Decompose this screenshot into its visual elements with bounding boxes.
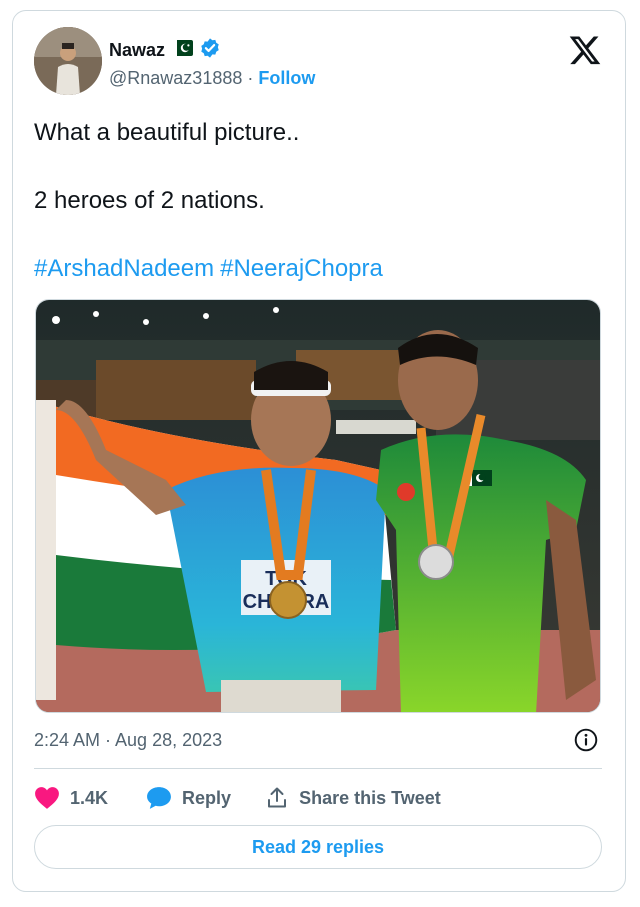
tweet-card: Nawaz @Rnawaz31888 · Follow What a beaut…	[12, 10, 626, 892]
follow-link[interactable]: Follow	[258, 68, 315, 88]
hashtag-row: #ArshadNadeem #NeerajChopra	[34, 255, 389, 283]
info-icon[interactable]	[573, 727, 599, 753]
action-bar: 1.4K Reply Share this Tweet	[34, 783, 441, 813]
like-button[interactable]: 1.4K	[34, 786, 108, 810]
verified-badge-icon	[199, 37, 221, 64]
x-logo-icon[interactable]	[568, 33, 602, 67]
read-replies-button[interactable]: Read 29 replies	[34, 825, 602, 869]
hashtag-link[interactable]: #NeerajChopra	[220, 255, 383, 282]
heart-icon	[35, 787, 59, 809]
divider	[34, 768, 602, 769]
share-button[interactable]: Share this Tweet	[265, 786, 441, 810]
share-label: Share this Tweet	[299, 787, 441, 808]
reply-button[interactable]: Reply	[146, 786, 231, 810]
tweet-photo[interactable]: TOK CHOPRA	[35, 299, 601, 713]
tweet-text-line-1: What a beautiful picture..	[34, 119, 300, 146]
like-count: 1.4K	[70, 787, 109, 808]
author-handle[interactable]: @Rnawaz31888	[109, 68, 242, 88]
pakistan-flag-icon	[171, 40, 194, 61]
share-icon	[268, 787, 287, 808]
hashtag-link[interactable]: #ArshadNadeem	[34, 255, 214, 282]
reply-bubble-icon	[147, 787, 171, 809]
tweet-text-line-2: 2 heroes of 2 nations.	[34, 187, 265, 214]
reply-label: Reply	[182, 787, 232, 808]
handle-separator: ·	[242, 68, 259, 88]
author-display-name[interactable]: Nawaz	[109, 40, 165, 61]
tweet-timestamp[interactable]: 2:24 AM · Aug 28, 2023	[34, 730, 222, 751]
author-avatar[interactable]	[34, 27, 102, 95]
